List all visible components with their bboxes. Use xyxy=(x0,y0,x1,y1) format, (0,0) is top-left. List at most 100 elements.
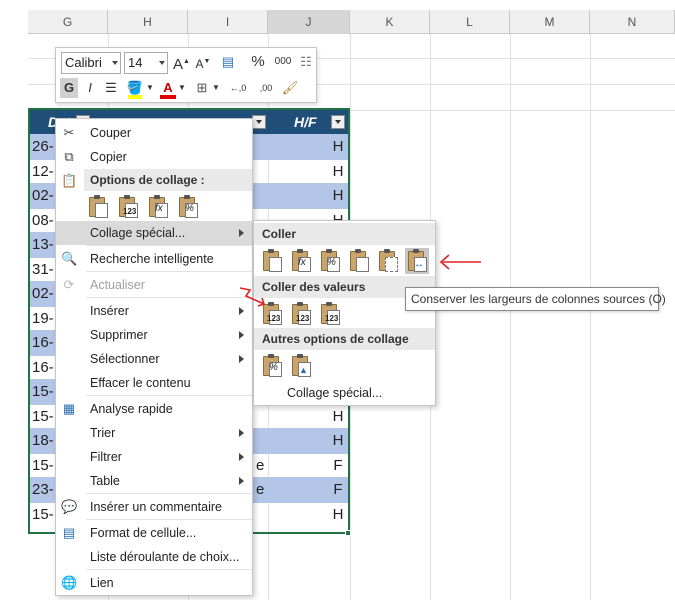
sub-paste-formulas-number-format-button[interactable]: % xyxy=(318,248,342,274)
increase-decimal-button[interactable]: ←,0 xyxy=(226,78,250,98)
sub-keep-source-formatting-button[interactable] xyxy=(347,248,371,274)
col-header-g[interactable]: G xyxy=(28,10,108,34)
format-painter-icon[interactable]: 🖌 xyxy=(280,78,300,98)
percent-button[interactable]: % xyxy=(249,52,267,72)
sub-paste-special-item[interactable]: Collage spécial... xyxy=(254,381,435,405)
comment-icon: 💬 xyxy=(61,499,78,514)
format-table-icon[interactable]: ▤ xyxy=(217,52,239,72)
merge-icon[interactable]: ☷ xyxy=(298,52,314,72)
paste-values-button[interactable]: 123 xyxy=(116,194,140,220)
font-size-value: 14 xyxy=(128,55,143,70)
paste-formatting-label: % xyxy=(185,203,194,214)
menu-item-paste-special[interactable]: Collage spécial... xyxy=(56,221,252,245)
menu-label-table: Table xyxy=(90,474,120,488)
menu-separator xyxy=(86,297,252,298)
menu-separator xyxy=(86,519,252,520)
menu-label-sort: Trier xyxy=(90,426,116,440)
font-size-box[interactable]: 14 xyxy=(124,52,168,74)
bold-button[interactable]: G xyxy=(60,78,78,98)
shrink-font-label: A xyxy=(195,57,204,71)
menu-item-format-cells[interactable]: ▤ Format de cellule... xyxy=(56,521,252,545)
submenu-arrow-icon xyxy=(239,477,244,485)
sub-no-borders-doc-icon xyxy=(385,257,398,272)
sub-values-number-format-button[interactable]: 123 xyxy=(289,301,313,327)
font-name-box[interactable]: Calibri xyxy=(61,52,121,74)
sub-keep-column-widths-button[interactable]: ↔ xyxy=(405,248,429,274)
context-menu: ✂ Couper ⧉ Copier 📋 Options de collage :… xyxy=(55,118,253,596)
align-center-icon[interactable]: ☰ xyxy=(102,78,120,98)
menu-item-link[interactable]: 🌐 Lien xyxy=(56,571,252,595)
shrink-font-button[interactable]: A▼ xyxy=(195,52,211,72)
smart-lookup-icon: 🔍 xyxy=(61,251,78,266)
submenu-paste-label: Coller xyxy=(262,227,297,241)
sub-paste-button[interactable] xyxy=(260,248,284,274)
sub-formatting-button[interactable]: % xyxy=(260,353,284,379)
grow-font-button[interactable]: A▲ xyxy=(173,52,190,73)
menu-item-clear-contents[interactable]: Effacer le contenu xyxy=(56,371,252,395)
paste-formulas-button[interactable]: fx xyxy=(146,194,170,220)
menu-item-filter[interactable]: Filtrer xyxy=(56,445,252,469)
sub-picture-button[interactable]: ▲ xyxy=(289,353,313,379)
menu-item-insert[interactable]: Insérer xyxy=(56,299,252,323)
menu-label-filter: Filtrer xyxy=(90,450,122,464)
decrease-decimal-button[interactable]: ,00 xyxy=(254,78,278,98)
col-header-l[interactable]: L xyxy=(430,10,510,34)
paste-doc-icon xyxy=(95,203,108,218)
col-header-k[interactable]: K xyxy=(350,10,430,34)
menu-label-paste-special: Collage spécial... xyxy=(90,226,186,240)
menu-item-select[interactable]: Sélectionner xyxy=(56,347,252,371)
refresh-icon: ⟳ xyxy=(63,277,75,292)
submenu-arrow-icon xyxy=(239,453,244,461)
copy-icon: ⧉ xyxy=(64,149,74,164)
menu-item-delete[interactable]: Supprimer xyxy=(56,323,252,347)
italic-button[interactable]: I xyxy=(82,78,98,98)
font-name-value: Calibri xyxy=(65,55,102,70)
sub-keep-source-doc-icon xyxy=(356,257,369,272)
sub-formulas-nf-label: % xyxy=(327,257,336,268)
menu-separator xyxy=(86,569,252,570)
fill-handle[interactable] xyxy=(345,530,351,536)
menu-item-dropdown-list[interactable]: Liste déroulante de choix... xyxy=(56,545,252,569)
borders-dropdown-icon[interactable]: ▼ xyxy=(212,78,220,98)
submenu-arrow-icon xyxy=(239,429,244,437)
menu-item-table[interactable]: Table xyxy=(56,469,252,493)
menu-item-sort[interactable]: Trier xyxy=(56,421,252,445)
thousands-separator-button[interactable]: 000 xyxy=(270,52,296,72)
fill-color-swatch xyxy=(128,95,142,99)
menu-label-quick-analysis: Analyse rapide xyxy=(90,402,173,416)
menu-item-copy[interactable]: ⧉ Copier xyxy=(56,145,252,169)
submenu-other-header: Autres options de collage xyxy=(254,328,435,350)
menu-item-quick-analysis[interactable]: ▦ Analyse rapide xyxy=(56,397,252,421)
sub-values-label: 123 xyxy=(267,314,281,323)
col-header-j[interactable]: J xyxy=(268,10,350,34)
sub-values-source-formatting-button[interactable]: 123 xyxy=(318,301,342,327)
menu-item-insert-comment[interactable]: 💬 Insérer un commentaire xyxy=(56,495,252,519)
paste-special-submenu: Coller fx % ↔ Coller des valeurs 123 123 xyxy=(253,220,436,406)
menu-label-select: Sélectionner xyxy=(90,352,160,366)
paste-formulas-label: fx xyxy=(155,203,163,214)
picture-icon: ▲ xyxy=(299,365,308,375)
sub-paste-formulas-button[interactable]: fx xyxy=(289,248,313,274)
menu-label-clear: Effacer le contenu xyxy=(90,376,191,390)
col-header-n[interactable]: N xyxy=(590,10,675,34)
menu-label-link: Lien xyxy=(90,576,114,590)
col-header-m[interactable]: M xyxy=(510,10,590,34)
link-icon: 🌐 xyxy=(61,575,78,590)
scissors-icon: ✂ xyxy=(63,125,75,140)
menu-separator xyxy=(86,493,252,494)
col-header-h[interactable]: H xyxy=(108,10,188,34)
sub-no-borders-button[interactable] xyxy=(376,248,400,274)
borders-icon[interactable]: ⊞ xyxy=(194,78,210,98)
menu-item-smart-lookup[interactable]: 🔍 Recherche intelligente xyxy=(56,247,252,271)
paste-options-label: Options de collage : xyxy=(90,173,205,187)
tooltip: Conserver les largeurs de colonnes sourc… xyxy=(405,287,666,311)
fill-color-dropdown-icon[interactable]: ▼ xyxy=(146,78,154,98)
paste-button[interactable] xyxy=(86,194,110,220)
sub-formatting-label: % xyxy=(269,362,278,373)
menu-separator xyxy=(86,245,252,246)
font-color-swatch xyxy=(160,95,176,99)
paste-formatting-button[interactable]: % xyxy=(176,194,200,220)
col-header-i[interactable]: I xyxy=(188,10,268,34)
menu-item-cut[interactable]: ✂ Couper xyxy=(56,121,252,145)
font-color-dropdown-icon[interactable]: ▼ xyxy=(178,78,186,98)
